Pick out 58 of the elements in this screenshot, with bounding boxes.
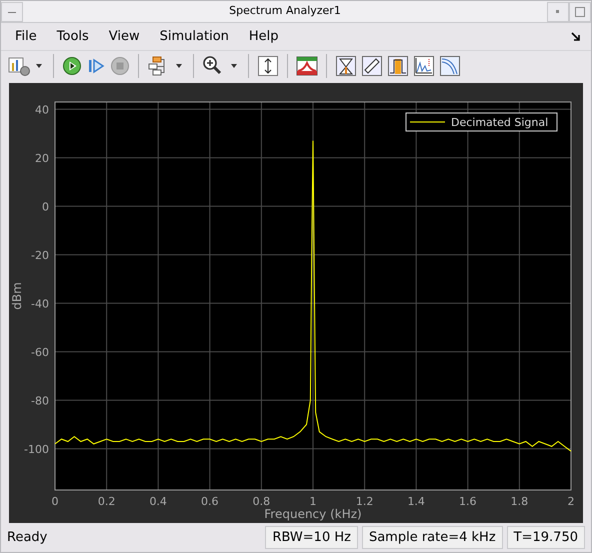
x-tick-label: 1.6 [459, 495, 477, 508]
caret-icon [173, 62, 185, 70]
autoscale-button[interactable] [257, 54, 279, 78]
play-icon [62, 56, 82, 76]
x-tick-label: 1.2 [356, 495, 374, 508]
ccdf-button[interactable] [439, 54, 461, 78]
highlight-button[interactable] [147, 54, 185, 78]
spectrum-icon [296, 55, 318, 77]
x-tick-label: 0 [52, 495, 58, 508]
maximize-icon [575, 6, 585, 16]
peak-finder-button[interactable] [335, 54, 357, 78]
settings-icon [7, 55, 33, 77]
dock-arrow-icon [571, 32, 581, 42]
status-text: Ready [7, 528, 48, 547]
menu-item[interactable]: View [104, 26, 150, 46]
status-field: T=19.750 [506, 526, 585, 550]
y-tick-label: 20 [35, 152, 49, 165]
y-tick-label: -40 [31, 297, 49, 310]
menu-item[interactable]: Tools [52, 26, 99, 46]
bandwidth-icon [387, 55, 409, 77]
x-tick-label: 0.2 [98, 495, 116, 508]
caret-icon [228, 62, 240, 70]
x-tick-label: 1.4 [407, 495, 425, 508]
y-tick-label: -60 [31, 346, 49, 359]
y-tick-label: -80 [31, 394, 49, 408]
y-axis-title: dBm [10, 282, 24, 310]
x-tick-label: 0.4 [149, 495, 167, 508]
measure-button[interactable] [361, 54, 383, 78]
x-tick-label: 1.8 [510, 495, 528, 508]
y-tick-label: -20 [31, 248, 49, 262]
stop-icon [110, 56, 130, 76]
minimize-button[interactable] [547, 2, 569, 22]
ruler-icon [361, 55, 383, 77]
y-tick-label: 0 [42, 200, 49, 214]
maximize-button[interactable] [569, 2, 591, 22]
y-tick-label: -100 [24, 442, 49, 456]
status-field: RBW=10 Hz [265, 526, 358, 550]
menu-item[interactable]: Simulation [156, 26, 239, 46]
run-button[interactable] [62, 54, 82, 78]
status-field: Sample rate=4 kHz [362, 526, 503, 550]
channel-button[interactable] [387, 54, 409, 78]
scale-icon [257, 55, 279, 77]
window-title: Spectrum Analyzer1 [228, 3, 342, 20]
x-axis-title: Frequency (kHz) [264, 507, 362, 521]
caret-icon [33, 62, 45, 70]
step-forward-icon [86, 56, 106, 76]
spectrum-settings-button[interactable] [296, 54, 318, 78]
y-tick-label: 40 [35, 103, 49, 116]
menu-item[interactable]: File [11, 26, 47, 46]
x-tick-label: 1 [310, 495, 316, 508]
menu-item[interactable]: Help [244, 26, 289, 46]
distortion-button[interactable] [413, 54, 435, 78]
chart-icon [413, 55, 435, 77]
x-tick-label: 0.8 [252, 495, 270, 508]
legend-label: Decimated Signal [451, 116, 548, 129]
x-tick-label: 2 [568, 495, 574, 508]
curve-icon [439, 55, 461, 77]
x-tick-label: 0.6 [201, 495, 219, 508]
